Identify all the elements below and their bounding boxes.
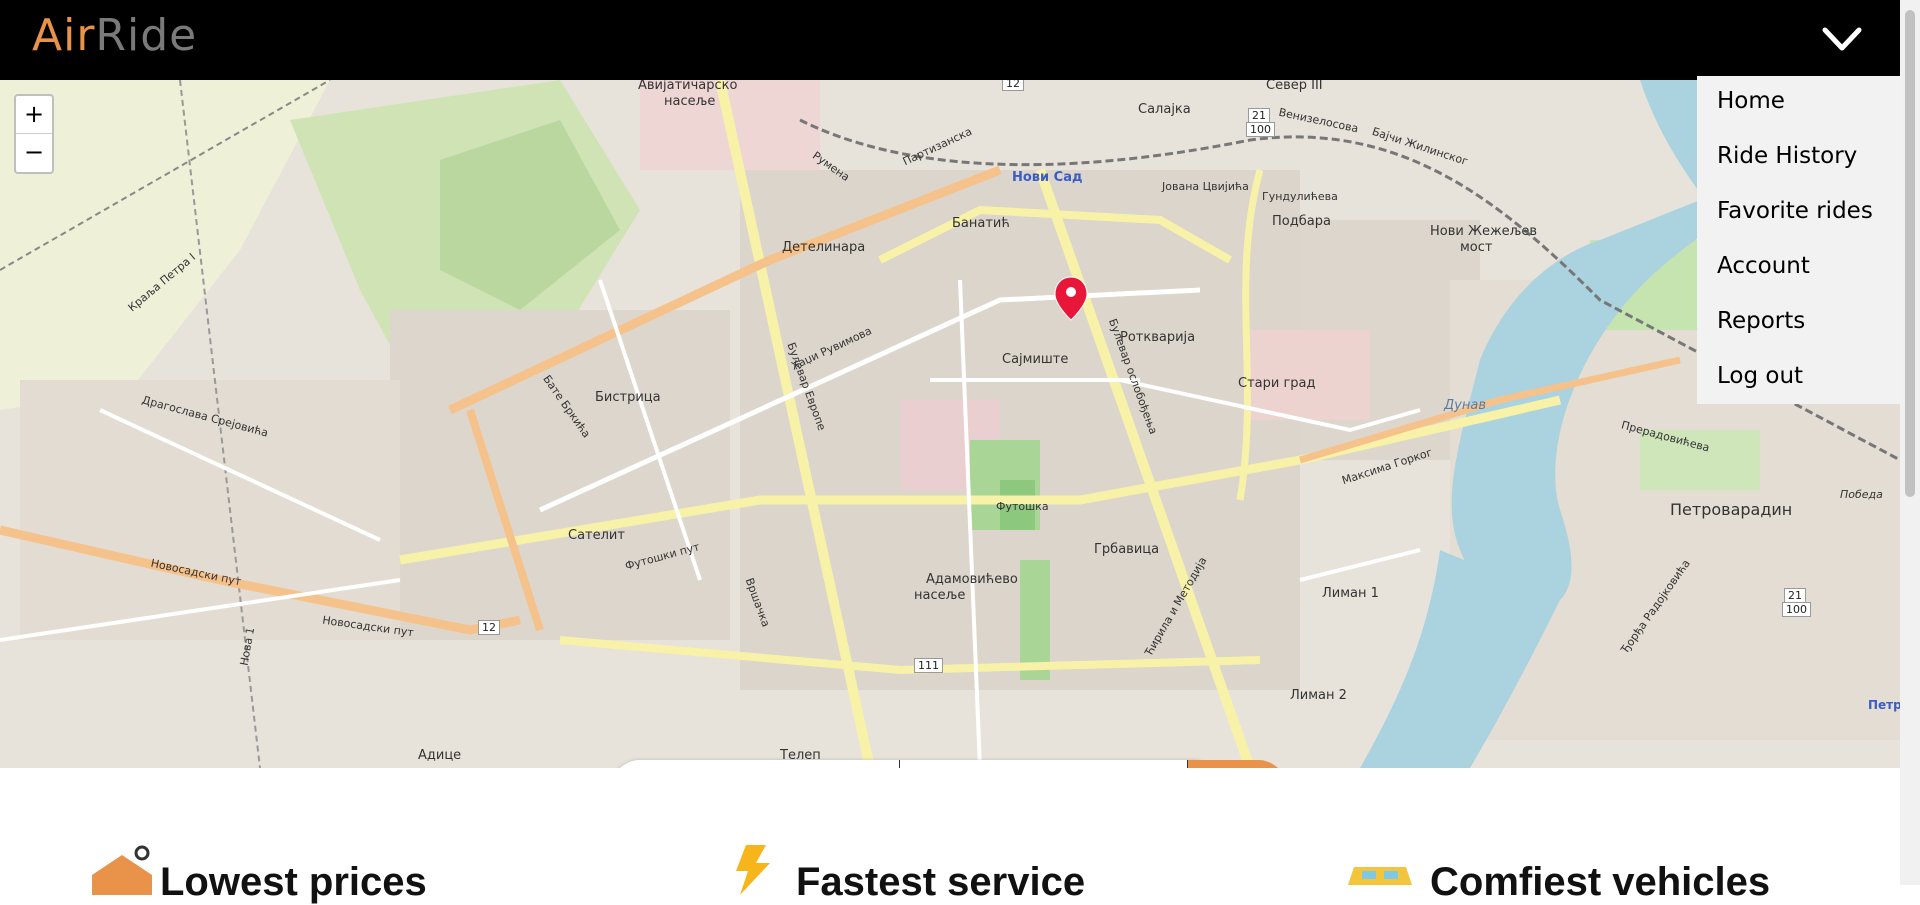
map-label: Максима Горког bbox=[1340, 445, 1434, 488]
map-label: Нова 1 bbox=[237, 626, 258, 667]
road-shield: 12 bbox=[478, 620, 500, 635]
page-scrollbar[interactable] bbox=[1900, 0, 1920, 885]
menu-item-ride-history[interactable]: Ride History bbox=[1717, 143, 1857, 169]
map-label: насеље bbox=[664, 94, 716, 109]
map-label: Јована Цвијића bbox=[1162, 180, 1249, 193]
scrollbar-thumb[interactable] bbox=[1905, 10, 1915, 497]
starting-point-input[interactable] bbox=[629, 766, 889, 768]
map-label: Драгослава Срејовића bbox=[140, 393, 270, 440]
road-shield: 21 bbox=[1248, 108, 1270, 123]
chevron-down-icon bbox=[1822, 27, 1862, 51]
map-label: мост bbox=[1460, 240, 1493, 255]
map-label: Бајчи Жилинског bbox=[1370, 124, 1470, 169]
map-label: Гундулићева bbox=[1262, 190, 1338, 203]
map-label: Адице bbox=[418, 748, 462, 763]
map-label: Сајмиште bbox=[1002, 352, 1069, 367]
price-tag-icon bbox=[92, 845, 152, 895]
menu-item-account[interactable]: Account bbox=[1717, 253, 1810, 279]
road-shield: 21 bbox=[1784, 588, 1806, 603]
map-label: Вршачка bbox=[742, 576, 773, 629]
map-label: Салајка bbox=[1138, 102, 1191, 117]
road-shield: 100 bbox=[1782, 602, 1811, 617]
map-label: Румена bbox=[810, 149, 853, 184]
map-label: Бистрица bbox=[595, 390, 661, 405]
map-label: Футошка bbox=[996, 500, 1049, 513]
map-label: Новосадски пут bbox=[149, 556, 243, 589]
menu-toggle-button[interactable] bbox=[1822, 24, 1862, 54]
route-search-bar bbox=[611, 760, 1287, 768]
map-label: Партизанска bbox=[900, 124, 975, 169]
map-label: насеље bbox=[914, 588, 966, 603]
map-label: Подбара bbox=[1272, 214, 1331, 229]
map-label: Краља Петра I bbox=[125, 250, 199, 315]
map-label: Петроварадин bbox=[1670, 500, 1793, 519]
nav-dropdown-menu: Home Ride History Favorite rides Account… bbox=[1697, 76, 1900, 404]
lightning-icon bbox=[736, 845, 770, 895]
map-label: Авијатичарско bbox=[638, 80, 738, 93]
ending-point-input[interactable] bbox=[917, 766, 1177, 768]
map-label: Прерадовићева bbox=[1619, 418, 1712, 455]
map-label: Венизелосова bbox=[1277, 105, 1360, 136]
map-label: Хаџи Рувимова bbox=[789, 324, 874, 373]
menu-item-favorite-rides[interactable]: Favorite rides bbox=[1717, 198, 1873, 224]
zoom-in-button[interactable]: + bbox=[16, 96, 52, 134]
brand-air: Air bbox=[32, 10, 96, 61]
map-label: Ћирила и Методија bbox=[1142, 554, 1210, 659]
map-label: Детелинара bbox=[782, 240, 866, 255]
map-label: Футошки пут bbox=[623, 540, 701, 573]
map-view[interactable]: Авијатичарско насеље Партизанска Салајка… bbox=[0, 80, 1900, 768]
road-shield: 12 bbox=[1002, 80, 1024, 91]
map-label: Дунав bbox=[1444, 398, 1486, 413]
map-label: Ротквариjа bbox=[1120, 330, 1196, 345]
top-navbar: AirRide bbox=[0, 0, 1900, 80]
map-label: Сателит bbox=[568, 528, 625, 543]
map-label: Победа bbox=[1840, 488, 1883, 501]
feature-title-fastest-service: Fastest service bbox=[796, 860, 1086, 904]
menu-item-home[interactable]: Home bbox=[1717, 88, 1785, 114]
map-label: Новосадски пут bbox=[321, 613, 415, 640]
map-label: Север III bbox=[1266, 80, 1323, 93]
menu-item-reports[interactable]: Reports bbox=[1717, 308, 1805, 334]
map-label: Бате Бркића bbox=[540, 372, 593, 441]
map-label: Лиман 1 bbox=[1322, 586, 1379, 601]
chevron-right-icon bbox=[1188, 760, 1287, 768]
zoom-control: + − bbox=[14, 94, 54, 174]
map-label: Петров bbox=[1868, 698, 1900, 712]
map-label: Нови Жежељев bbox=[1430, 224, 1538, 239]
map-label: Стари град bbox=[1238, 376, 1316, 391]
car-icon bbox=[1348, 867, 1412, 885]
divider bbox=[899, 760, 900, 768]
map-label: Лиман 2 bbox=[1290, 688, 1347, 703]
map-label: Ђорђа Радојковића bbox=[1618, 557, 1693, 656]
menu-item-log-out[interactable]: Log out bbox=[1717, 363, 1803, 389]
brand-ride: Ride bbox=[95, 10, 198, 61]
map-label: Нови Сад bbox=[1012, 170, 1083, 185]
map-label: Банатић bbox=[952, 216, 1010, 231]
search-route-button[interactable] bbox=[1188, 760, 1287, 768]
road-shield: 100 bbox=[1246, 122, 1275, 137]
map-label: Адамовићево bbox=[926, 572, 1018, 587]
brand-logo[interactable]: AirRide bbox=[32, 10, 197, 61]
map-labels: Авијатичарско насеље Партизанска Салајка… bbox=[0, 80, 1900, 768]
road-shield: 111 bbox=[914, 658, 943, 673]
zoom-out-button[interactable]: − bbox=[16, 134, 52, 171]
feature-title-lowest-prices: Lowest prices bbox=[160, 860, 427, 904]
feature-title-comfiest-vehicles: Comfiest vehicles bbox=[1430, 860, 1771, 904]
map-label: Грбавица bbox=[1094, 542, 1160, 557]
